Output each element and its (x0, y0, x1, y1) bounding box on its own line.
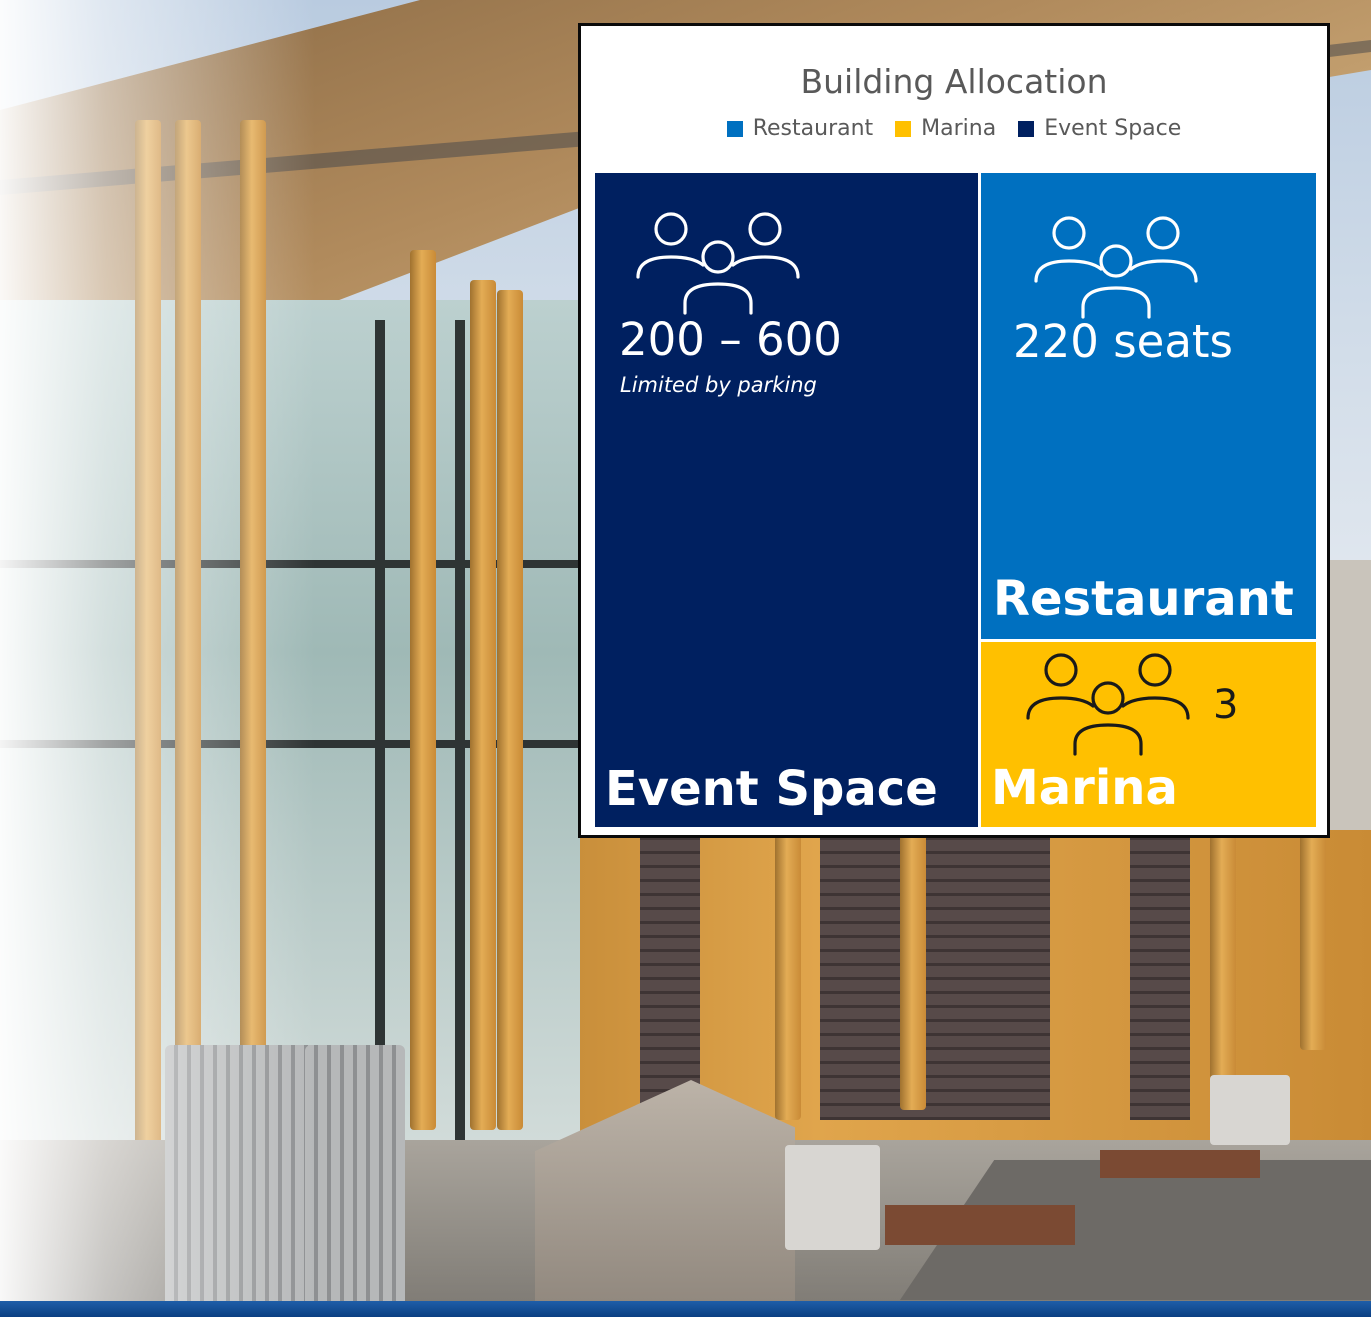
tree-grate (1100, 1150, 1260, 1178)
legend-swatch (895, 120, 912, 137)
wood-column (900, 820, 926, 1110)
people-icon (1026, 653, 1190, 756)
people-icon (1034, 216, 1198, 319)
wood-column (1300, 820, 1326, 1050)
legend-item-event-space: Event Space (1018, 116, 1181, 141)
chart-title: Building Allocation (800, 62, 1108, 101)
tile-value: 200 – 600 (619, 313, 842, 366)
people-icon (636, 212, 800, 315)
legend-item-marina: Marina (895, 116, 996, 141)
wood-column (1210, 820, 1236, 1090)
legend-swatch (1018, 120, 1035, 137)
brick-wall (820, 830, 1050, 1120)
brick-pillar (1130, 830, 1190, 1120)
legend-label: Event Space (1044, 116, 1182, 141)
chart-legend: Restaurant Marina Event Space (581, 116, 1327, 141)
tile-label: Restaurant (993, 571, 1294, 627)
tile-label: Event Space (605, 761, 938, 817)
wood-column (775, 820, 801, 1120)
tile-marina: 3 Marina (981, 642, 1316, 827)
tile-note: Limited by parking (620, 373, 817, 397)
concrete-block (785, 1145, 880, 1250)
concrete-block (1210, 1075, 1290, 1145)
tile-value: 3 (1213, 682, 1239, 728)
chart-card: Building Allocation Restaurant Marina Ev… (578, 23, 1330, 838)
tile-restaurant: 220 seats Restaurant (981, 173, 1316, 639)
tile-event-space: 200 – 600 Limited by parking Event Space (595, 173, 978, 827)
legend-label: Restaurant (752, 116, 874, 141)
legend-swatch (726, 120, 743, 137)
tile-value: 220 seats (1013, 315, 1233, 368)
tile-label: Marina (991, 760, 1178, 816)
legend-item-restaurant: Restaurant (726, 116, 874, 141)
bottom-accent-bar (0, 1301, 1371, 1317)
legend-label: Marina (921, 116, 997, 141)
tree-grate (885, 1205, 1075, 1245)
